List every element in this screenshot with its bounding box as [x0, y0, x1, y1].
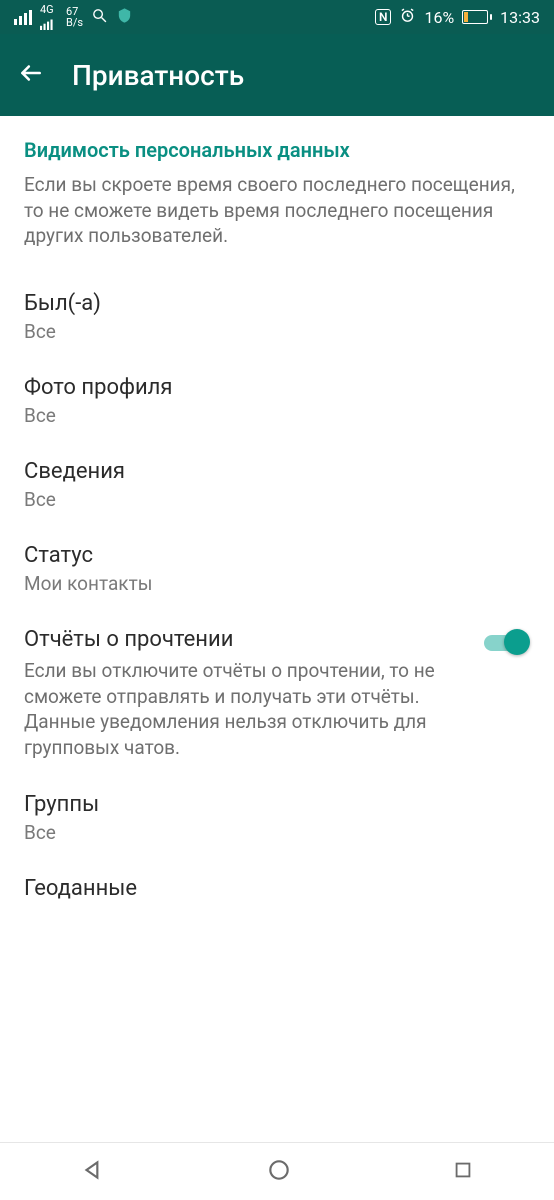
setting-status[interactable]: Статус Мои контакты	[24, 527, 530, 611]
search-icon	[91, 7, 108, 28]
page-title: Приватность	[72, 59, 244, 92]
setting-value: Все	[24, 821, 530, 844]
square-icon	[452, 1159, 474, 1181]
circle-icon	[266, 1157, 292, 1183]
data-speed: 67 B/s	[66, 6, 83, 28]
setting-value: Все	[24, 320, 530, 343]
setting-title: Геоданные	[24, 876, 530, 901]
setting-value: Мои контакты	[24, 572, 530, 595]
nav-recents-button[interactable]	[452, 1159, 474, 1185]
app-bar: Приватность	[0, 34, 554, 116]
read-receipts-toggle[interactable]	[484, 629, 530, 655]
setting-last-seen[interactable]: Был(-а) Все	[24, 275, 530, 359]
setting-title: Был(-а)	[24, 291, 530, 316]
setting-about[interactable]: Сведения Все	[24, 443, 530, 527]
alarm-icon	[399, 7, 416, 28]
battery-percent: 16%	[424, 8, 454, 27]
nav-back-button[interactable]	[80, 1157, 106, 1187]
clock-time: 13:33	[500, 8, 540, 27]
setting-value: Все	[24, 404, 530, 427]
system-nav-bar	[0, 1142, 554, 1200]
setting-profile-photo[interactable]: Фото профиля Все	[24, 359, 530, 443]
battery-icon	[462, 10, 492, 24]
setting-title: Группы	[24, 792, 530, 817]
section-description: Если вы скроете время своего последнего …	[24, 172, 530, 249]
network-type: 4G	[40, 4, 54, 15]
setting-title: Фото профиля	[24, 375, 530, 400]
setting-title: Статус	[24, 543, 530, 568]
setting-title: Отчёты о прочтении	[24, 627, 472, 652]
triangle-left-icon	[80, 1157, 106, 1183]
setting-value: Все	[24, 488, 530, 511]
network-indicator: 4G	[40, 4, 58, 30]
setting-title: Сведения	[24, 459, 530, 484]
arrow-left-icon	[18, 60, 44, 86]
setting-groups[interactable]: Группы Все	[24, 776, 530, 860]
setting-read-receipts[interactable]: Отчёты о прочтении Если вы отключите отч…	[24, 611, 530, 777]
status-bar: 4G 67 B/s N 16%	[0, 0, 554, 34]
nfc-icon: N	[375, 9, 392, 25]
back-button[interactable]	[18, 60, 44, 90]
shield-icon	[116, 7, 133, 28]
setting-description: Если вы отключите отчёты о прочтении, то…	[24, 658, 472, 761]
section-header-visibility: Видимость персональных данных	[24, 138, 530, 162]
signal-icon	[14, 10, 32, 25]
nav-home-button[interactable]	[266, 1157, 292, 1187]
setting-live-location[interactable]: Геоданные	[24, 860, 530, 961]
